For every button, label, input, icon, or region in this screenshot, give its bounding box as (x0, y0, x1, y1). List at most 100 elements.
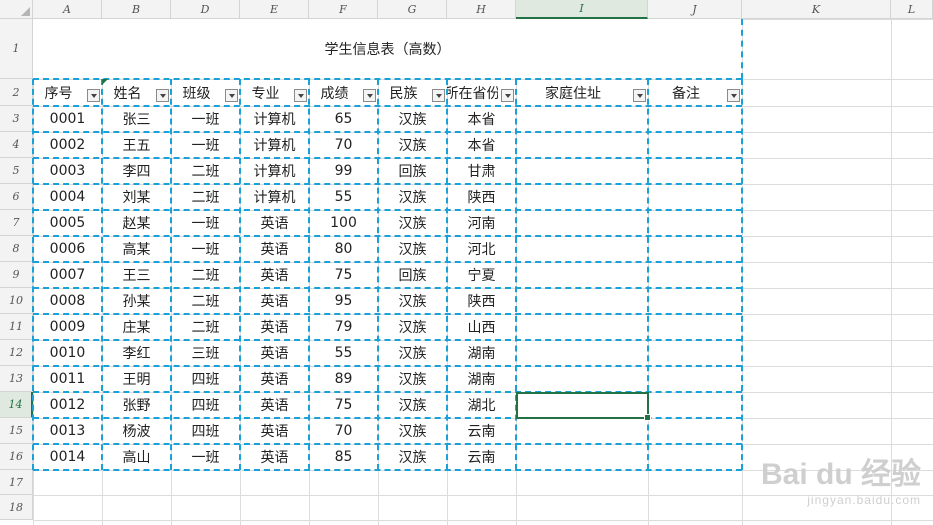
table-cell[interactable]: 79 (309, 314, 378, 340)
filter-dropdown-button[interactable] (363, 89, 376, 102)
table-header-cell[interactable]: 班级 (171, 79, 222, 106)
table-cell[interactable]: 四班 (171, 392, 240, 418)
table-cell[interactable]: 一班 (171, 444, 240, 470)
table-cell[interactable] (516, 210, 648, 236)
table-cell[interactable]: 英语 (240, 366, 309, 392)
table-cell[interactable]: 计算机 (240, 132, 309, 158)
column-header-e[interactable]: E (240, 0, 309, 19)
table-cell[interactable]: 计算机 (240, 158, 309, 184)
table-cell[interactable] (648, 288, 742, 314)
table-header-cell[interactable]: 家庭住址 (516, 79, 630, 106)
sheet-title-cell[interactable]: 学生信息表（高数） (33, 19, 742, 79)
table-header-cell[interactable]: 成绩 (309, 79, 360, 106)
table-cell[interactable]: 英语 (240, 210, 309, 236)
table-cell[interactable]: 汉族 (378, 392, 447, 418)
table-cell[interactable] (648, 392, 742, 418)
table-cell[interactable]: 王三 (102, 262, 171, 288)
row-header-12[interactable]: 12 (0, 340, 33, 366)
table-cell[interactable] (516, 132, 648, 158)
table-cell[interactable]: 李四 (102, 158, 171, 184)
table-cell[interactable]: 一班 (171, 210, 240, 236)
table-cell[interactable]: 汉族 (378, 444, 447, 470)
table-cell[interactable]: 四班 (171, 366, 240, 392)
table-cell[interactable]: 湖南 (447, 340, 516, 366)
selected-cell-i14[interactable] (516, 392, 651, 421)
table-cell[interactable]: 汉族 (378, 366, 447, 392)
column-header-j[interactable]: J (648, 0, 742, 19)
table-cell[interactable] (516, 418, 648, 444)
table-cell[interactable] (516, 444, 648, 470)
row-header-1[interactable]: 1 (0, 19, 33, 79)
table-cell[interactable]: 0003 (33, 158, 102, 184)
table-cell[interactable]: 孙某 (102, 288, 171, 314)
table-cell[interactable]: 山西 (447, 314, 516, 340)
table-cell[interactable] (516, 340, 648, 366)
filter-dropdown-button[interactable] (225, 89, 238, 102)
table-header-cell[interactable]: 备注 (648, 79, 724, 106)
table-cell[interactable]: 85 (309, 444, 378, 470)
table-cell[interactable]: 二班 (171, 158, 240, 184)
table-header-cell[interactable]: 序号 (33, 79, 84, 106)
table-cell[interactable]: 四班 (171, 418, 240, 444)
table-cell[interactable]: 云南 (447, 444, 516, 470)
row-header-4[interactable]: 4 (0, 132, 33, 158)
row-header-15[interactable]: 15 (0, 418, 33, 444)
table-cell[interactable]: 100 (309, 210, 378, 236)
table-cell[interactable]: 一班 (171, 132, 240, 158)
column-header-b[interactable]: B (102, 0, 171, 19)
table-cell[interactable]: 0012 (33, 392, 102, 418)
row-header-14[interactable]: 14 (0, 392, 33, 418)
table-cell[interactable] (516, 236, 648, 262)
table-cell[interactable]: 陕西 (447, 184, 516, 210)
table-cell[interactable]: 二班 (171, 184, 240, 210)
table-header-cell[interactable]: 民族 (378, 79, 429, 106)
table-cell[interactable]: 汉族 (378, 340, 447, 366)
table-cell[interactable]: 张野 (102, 392, 171, 418)
table-cell[interactable]: 70 (309, 132, 378, 158)
row-header-2[interactable]: 2 (0, 79, 33, 106)
table-cell[interactable] (648, 418, 742, 444)
row-header-13[interactable]: 13 (0, 366, 33, 392)
table-cell[interactable]: 65 (309, 106, 378, 132)
column-header-g[interactable]: G (378, 0, 447, 19)
table-header-cell[interactable]: 所在省份 (447, 79, 498, 106)
table-cell[interactable] (648, 210, 742, 236)
table-cell[interactable] (648, 340, 742, 366)
table-cell[interactable]: 湖北 (447, 392, 516, 418)
table-cell[interactable] (516, 314, 648, 340)
table-cell[interactable]: 高某 (102, 236, 171, 262)
table-cell[interactable]: 75 (309, 262, 378, 288)
table-cell[interactable]: 甘肃 (447, 158, 516, 184)
table-cell[interactable]: 英语 (240, 314, 309, 340)
table-cell[interactable]: 汉族 (378, 314, 447, 340)
table-cell[interactable]: 赵某 (102, 210, 171, 236)
table-cell[interactable]: 计算机 (240, 184, 309, 210)
table-cell[interactable]: 英语 (240, 418, 309, 444)
row-header-6[interactable]: 6 (0, 184, 33, 210)
row-header-10[interactable]: 10 (0, 288, 33, 314)
table-cell[interactable]: 0007 (33, 262, 102, 288)
table-cell[interactable]: 99 (309, 158, 378, 184)
table-cell[interactable]: 张三 (102, 106, 171, 132)
table-cell[interactable]: 0002 (33, 132, 102, 158)
table-cell[interactable] (648, 106, 742, 132)
table-cell[interactable]: 二班 (171, 262, 240, 288)
table-cell[interactable]: 70 (309, 418, 378, 444)
table-cell[interactable]: 三班 (171, 340, 240, 366)
table-cell[interactable]: 河北 (447, 236, 516, 262)
table-cell[interactable]: 英语 (240, 444, 309, 470)
table-cell[interactable]: 陕西 (447, 288, 516, 314)
table-cell[interactable]: 宁夏 (447, 262, 516, 288)
table-cell[interactable]: 55 (309, 340, 378, 366)
table-cell[interactable]: 庄某 (102, 314, 171, 340)
table-cell[interactable]: 二班 (171, 288, 240, 314)
table-cell[interactable]: 75 (309, 392, 378, 418)
table-cell[interactable]: 汉族 (378, 106, 447, 132)
table-cell[interactable]: 河南 (447, 210, 516, 236)
table-cell[interactable] (648, 184, 742, 210)
column-header-a[interactable]: A (33, 0, 102, 19)
column-header-d[interactable]: D (171, 0, 240, 19)
table-cell[interactable]: 80 (309, 236, 378, 262)
table-cell[interactable]: 王明 (102, 366, 171, 392)
table-cell[interactable]: 本省 (447, 132, 516, 158)
